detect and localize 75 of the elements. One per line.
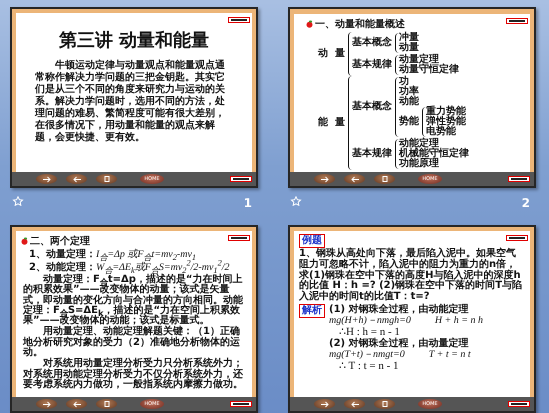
tree-label: 冲量: [398, 33, 419, 43]
nav-button[interactable]: [36, 399, 57, 409]
tree-label: 基本规律: [352, 149, 392, 159]
nav-button[interactable]: [344, 399, 365, 409]
answer-label: 解析: [299, 304, 325, 318]
tree-label: 动能: [398, 97, 419, 107]
equation: mg(H+h)－nmgh=0: [329, 314, 411, 326]
tree-label: 动 量: [318, 49, 345, 59]
nav-button[interactable]: [36, 174, 57, 184]
nav-button[interactable]: [314, 174, 335, 184]
theorem-label: 2、动能定理：: [29, 262, 96, 273]
tree-label: 动量定理: [398, 55, 439, 65]
tree-label: 基本概念: [352, 38, 392, 48]
nav-button[interactable]: [314, 399, 335, 409]
paragraph: 牛顿运动定律与动量观点和能量观点通常称作解决力学问题的三把金钥匙。其实它们是从三个不同的角度来研究力与运动的关系。解决力学问题时，选用不同的方法，处理问题的难易、繁简程度可能有很大差别，在很多情况下，用动量和能量的观点来解题，会更快捷、更有效。: [35, 60, 226, 144]
tag-icon: [228, 235, 250, 241]
tree-label: 动能定理: [398, 139, 439, 149]
slide-title: 第三讲 动量和能量: [58, 29, 210, 52]
equation: mg(T+t)－nmgt=0: [329, 348, 405, 360]
tree-label: 机械能守恒定律: [398, 149, 469, 159]
slide-number: 2: [522, 196, 530, 210]
nav-button[interactable]: [374, 399, 395, 409]
tag-icon: [230, 401, 252, 407]
right-arrow-icon: [318, 400, 330, 408]
nav-button[interactable]: [374, 174, 395, 184]
tag-icon: [506, 18, 528, 24]
question-text: 1、钢珠从高处向下落，最后陷入泥中。如果空气阻力可忽略不计，陷入泥中的阻力为重力的n倍，求(1)钢珠在空中下落的高度H与陷入泥中的深度h的比值 H：h =? (2)钢珠在空中下落的时间T与陷入泥中的时间t的比值T：t=?: [299, 249, 524, 303]
star-icon: [12, 196, 24, 206]
paragraph: 对系统用动量定理分析受力只分析系统外力；对系统用动能定理分析受力不仅分析系统外力，还要考虑系统内力做功，一般指系统内摩擦力做功。: [23, 359, 244, 390]
tree-label: 重力势能: [426, 107, 466, 117]
equation: H + h = n h: [434, 314, 484, 326]
left-arrow-icon: [348, 174, 360, 184]
slide-heading: 二、两个定理: [30, 234, 90, 248]
theorem-label: 1、动量定理：: [29, 249, 96, 261]
tree-label: 能 量: [318, 118, 345, 128]
slide-thumbnail[interactable]: [10, 225, 258, 413]
conclusion: ∴H : h = n - 1: [339, 326, 401, 338]
tree-label: 电势能: [426, 127, 456, 137]
solution-step: (1) 对钢珠全过程，由动能定理: [329, 304, 484, 315]
tag-icon: [506, 235, 528, 241]
slide-number: 1: [244, 196, 252, 210]
tag-icon: [508, 401, 530, 407]
nav-button[interactable]: [96, 399, 117, 409]
nav-button[interactable]: [66, 174, 87, 184]
star-icon: [290, 196, 302, 206]
tree-label: 功率: [398, 87, 419, 97]
tree-label: 基本规律: [352, 60, 392, 70]
nav-button[interactable]: [66, 399, 87, 409]
tag-icon: [508, 176, 530, 182]
tree-label: 功: [398, 77, 409, 87]
formula: I$_{合}$=Δp 或F$_{合}$t=mv$_{2}$-mv$_{1}$: [96, 249, 196, 261]
right-arrow-icon: [40, 400, 52, 408]
tag-icon: [230, 176, 252, 182]
tree-label: 势能: [398, 117, 419, 127]
tree-label: 功能原理: [398, 159, 439, 169]
nav-button[interactable]: [96, 174, 117, 184]
right-arrow-icon: [40, 174, 52, 184]
formula: W$_{合}$=ΔE$_{k}$或F$_{合}$S=mv$_{2}$$^{2}$/2-mv$_{1}$$^{2}$/2: [96, 262, 230, 274]
tree-label: 基本概念: [352, 102, 392, 112]
equation: T + t = n t: [428, 348, 471, 360]
left-arrow-icon: [348, 400, 360, 408]
left-arrow-icon: [70, 174, 82, 184]
tree-label: 动量: [398, 43, 419, 53]
solution-step: (2) 对钢珠全过程，由动量定理: [329, 338, 484, 349]
paragraph: 用动量定理、动能定理解题关键：（1）正确地分析研究对象的受力（2）准确地分析物体的运动。: [23, 327, 241, 358]
example-label: 例题: [299, 234, 325, 248]
tag-icon: [228, 17, 250, 23]
tree-label: 动量守恒定律: [398, 65, 459, 75]
conclusion: ∴ T : t = n - 1: [339, 360, 400, 372]
slide-thumbnail[interactable]: [288, 225, 536, 413]
right-arrow-icon: [318, 174, 330, 184]
nav-button[interactable]: [344, 174, 365, 184]
tree-label: 弹性势能: [426, 117, 466, 127]
slide-heading: 一、动量和能量概述: [315, 18, 405, 31]
left-arrow-icon: [70, 400, 82, 408]
